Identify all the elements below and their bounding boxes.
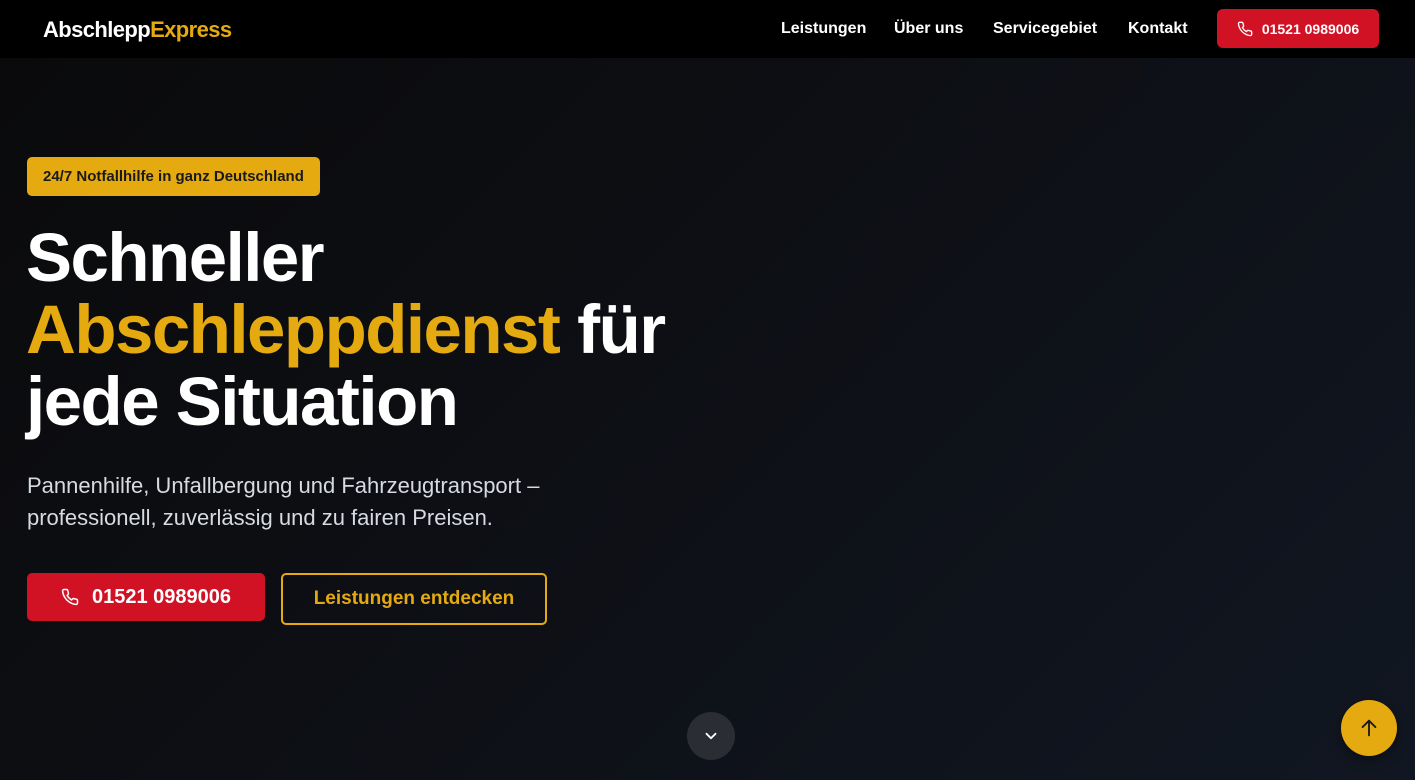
scroll-down-button[interactable] bbox=[687, 712, 735, 760]
nav-link-servicegebiet[interactable]: Servicegebiet bbox=[993, 19, 1097, 39]
discover-services-button[interactable]: Leistungen entdecken bbox=[281, 573, 547, 625]
headline-line3: jede Situation bbox=[26, 363, 459, 440]
nav-link-leistungen[interactable]: Leistungen bbox=[781, 19, 866, 39]
back-to-top-button[interactable] bbox=[1341, 700, 1397, 756]
chevron-down-icon bbox=[702, 727, 720, 745]
hero-call-button[interactable]: 01521 0989006 bbox=[27, 573, 265, 621]
phone-icon bbox=[61, 588, 79, 606]
nav-link-kontakt[interactable]: Kontakt bbox=[1128, 19, 1188, 39]
logo-text-express: Express bbox=[150, 17, 232, 42]
headline-mid: für bbox=[577, 291, 666, 368]
site-header: AbschleppExpress Leistungen Über uns Ser… bbox=[0, 0, 1415, 58]
header-phone-button[interactable]: 01521 0989006 bbox=[1217, 9, 1379, 48]
site-logo[interactable]: AbschleppExpress bbox=[43, 17, 232, 43]
header-phone-label: 01521 0989006 bbox=[1261, 20, 1360, 37]
logo-text-abschlepp: Abschlepp bbox=[43, 17, 151, 42]
hero-headline: Schneller Abschleppdienst für jede Situati… bbox=[26, 219, 666, 440]
emergency-badge: 24/7 Notfallhilfe in ganz Deutschland bbox=[27, 157, 320, 196]
phone-icon bbox=[1237, 21, 1253, 37]
nav-link-ueber-uns[interactable]: Über uns bbox=[894, 19, 963, 39]
hero-subtitle: Pannenhilfe, Unfallbergung und Fahrzeugt… bbox=[27, 473, 540, 530]
arrow-up-icon bbox=[1358, 717, 1380, 739]
hero-call-label: 01521 0989006 bbox=[91, 585, 232, 608]
headline-line1: Schneller bbox=[26, 219, 325, 296]
headline-accent: Abschleppdienst bbox=[26, 291, 561, 368]
